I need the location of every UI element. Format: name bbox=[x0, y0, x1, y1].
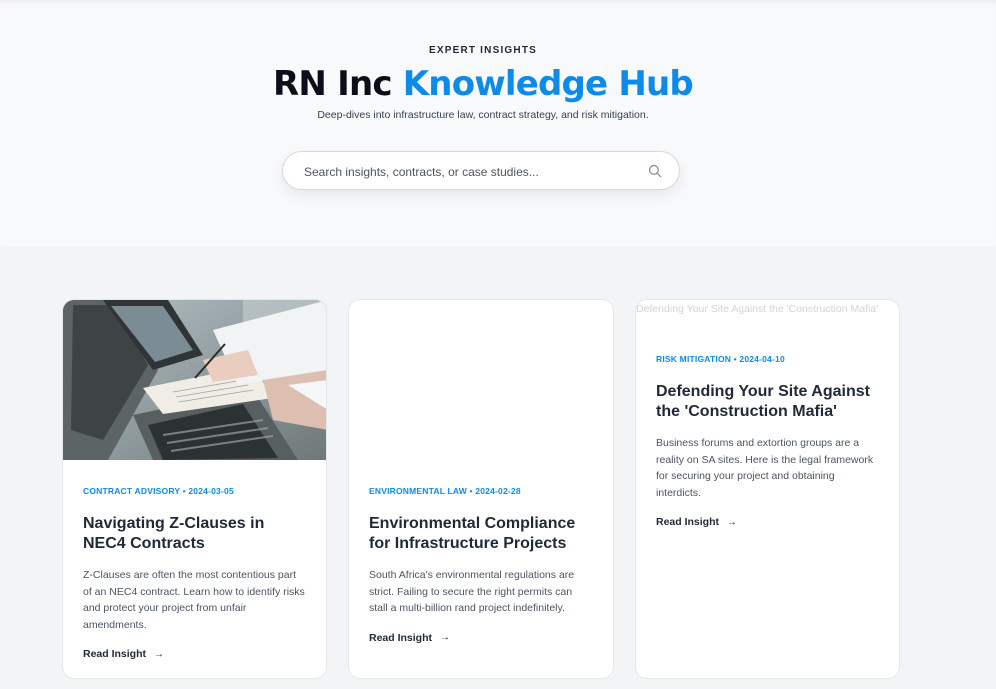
article-meta: CONTRACT ADVISORY • 2024-03-05 bbox=[83, 486, 234, 496]
search-bar bbox=[282, 151, 680, 190]
article-description: South Africa's environmental regulations… bbox=[369, 569, 575, 614]
page-title-accent: Knowledge Hub bbox=[402, 64, 694, 104]
article-meta: ENVIRONMENTAL LAW • 2024-02-28 bbox=[369, 486, 521, 496]
arrow-right-icon: → bbox=[727, 516, 738, 528]
article-card[interactable]: Defending Your Site Against the 'Constru… bbox=[635, 299, 900, 679]
article-image bbox=[63, 300, 326, 460]
read-insight-label: Read Insight bbox=[369, 631, 433, 644]
article-card[interactable]: ENVIRONMENTAL LAW • 2024-02-28 Environme… bbox=[348, 299, 614, 679]
article-title[interactable]: Navigating Z-Clauses in NEC4 Contracts bbox=[83, 514, 306, 554]
search-icon[interactable] bbox=[648, 164, 662, 178]
arrow-right-icon: → bbox=[154, 648, 165, 660]
hero-eyebrow: EXPERT INSIGHTS bbox=[428, 45, 537, 56]
page-title-main: RN Inc bbox=[273, 64, 392, 104]
article-meta: RISK MITIGATION • 2024-04-10 bbox=[656, 354, 785, 364]
article-description: Business forums and extortion groups are… bbox=[656, 437, 874, 499]
article-title[interactable]: Environmental Compliance for Infrastruct… bbox=[369, 514, 593, 554]
page-title: RN Inc Knowledge Hub bbox=[0, 64, 966, 104]
read-insight-link[interactable]: Read Insight → bbox=[83, 648, 164, 660]
article-image-placeholder bbox=[349, 300, 613, 460]
read-insight-label: Read Insight bbox=[83, 648, 147, 660]
article-body: ENVIRONMENTAL LAW • 2024-02-28 Environme… bbox=[369, 486, 593, 646]
hero-section: EXPERT INSIGHTS RN Inc Knowledge Hub Dee… bbox=[0, 0, 996, 246]
read-insight-link[interactable]: Read Insight → bbox=[656, 516, 737, 528]
article-card[interactable]: CONTRACT ADVISORY • 2024-03-05 Navigatin… bbox=[62, 299, 327, 679]
article-description: Z-Clauses are often the most contentious… bbox=[83, 569, 305, 631]
article-body: RISK MITIGATION • 2024-04-10 Defending Y… bbox=[656, 354, 879, 530]
article-title[interactable]: Defending Your Site Against the 'Constru… bbox=[656, 382, 879, 422]
broken-image-alt-text: Defending Your Site Against the 'Constru… bbox=[636, 303, 879, 315]
page-subtitle: Deep-dives into infrastructure law, cont… bbox=[317, 109, 649, 121]
read-insight-link[interactable]: Read Insight → bbox=[369, 632, 450, 644]
arrow-right-icon: → bbox=[440, 632, 451, 643]
search-input[interactable] bbox=[302, 161, 626, 183]
article-body: CONTRACT ADVISORY • 2024-03-05 Navigatin… bbox=[83, 486, 306, 662]
read-insight-label: Read Insight bbox=[656, 516, 720, 528]
